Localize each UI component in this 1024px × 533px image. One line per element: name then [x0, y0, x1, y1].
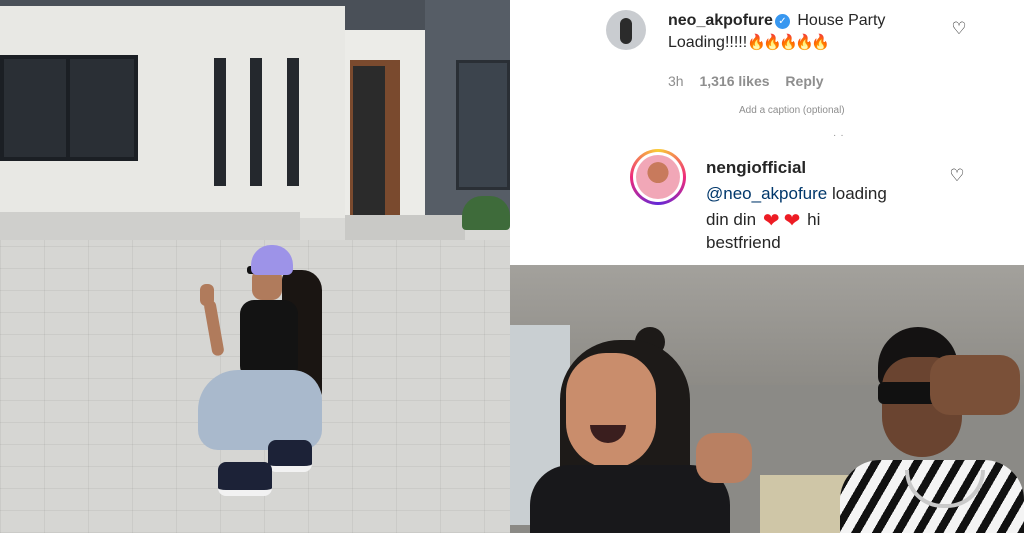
- house-slit-window: [287, 58, 299, 186]
- person-bucket-hat: [251, 245, 293, 275]
- fire-emoji-icon: 🔥: [811, 34, 830, 51]
- comment-meta: 3h 1,316 likes Reply: [668, 73, 836, 89]
- reply-line1: @neo_akpofure loading: [706, 184, 887, 204]
- mention-link[interactable]: @neo_akpofure: [706, 184, 827, 203]
- house-side-window: [456, 60, 510, 190]
- reply-text: loading: [831, 184, 887, 203]
- fire-emoji-icon: 🔥: [795, 34, 814, 51]
- house-window: [0, 55, 138, 161]
- fire-emoji-icon: 🔥: [763, 34, 782, 51]
- reply-text: din din: [706, 210, 757, 229]
- comments-panel: neo_akpofure ✓ House Party Loading!!!!!🔥🔥…: [510, 0, 1024, 265]
- plants: [462, 196, 510, 230]
- person-sneaker: [218, 462, 272, 496]
- avatar-nengi: [636, 155, 680, 199]
- house-doorway: [353, 66, 385, 216]
- photo-car-video: [510, 265, 1024, 533]
- avatar-nengi-story-ring[interactable]: [630, 149, 686, 205]
- reply-line3: bestfriend: [706, 233, 781, 252]
- house-slit-window: [214, 58, 226, 186]
- comment-likes[interactable]: 1,316 likes: [699, 73, 769, 89]
- person-face: [566, 353, 656, 468]
- comment-text: House Party: [797, 12, 886, 29]
- fire-emoji-icon: 🔥: [747, 34, 766, 51]
- avatar-neo[interactable]: [606, 10, 646, 50]
- person-sneaker: [268, 440, 312, 472]
- heart-outline-icon[interactable]: ♡: [948, 167, 966, 185]
- heart-outline-icon[interactable]: ♡: [950, 20, 968, 38]
- red-heart-emoji-icon: ❤: [762, 210, 780, 232]
- photo-woman-house: [0, 0, 510, 533]
- comment-top-line1: neo_akpofure ✓ House Party: [668, 12, 885, 30]
- person-jeans: [198, 370, 322, 450]
- person-hand-peace: [200, 284, 214, 306]
- comment-time: 3h: [668, 73, 684, 89]
- avatar-ring-gap: [633, 152, 683, 202]
- red-heart-emoji-icon: ❤: [783, 210, 801, 232]
- comment-text: Loading!!!!!: [668, 34, 748, 51]
- house-slit-window: [250, 58, 262, 186]
- comment-username[interactable]: neo_akpofure: [668, 12, 773, 29]
- reply-text: hi: [807, 210, 821, 229]
- reply-line2: din din ❤ ❤ hi: [706, 208, 820, 233]
- car-rear-window: [760, 475, 850, 533]
- reply-username[interactable]: nengiofficial: [706, 158, 806, 178]
- verified-badge-icon: ✓: [774, 14, 790, 29]
- person-torso: [240, 300, 298, 380]
- fire-emoji-group: 🔥🔥🔥🔥🔥: [747, 34, 830, 52]
- reply-button[interactable]: Reply: [785, 73, 823, 89]
- person-hand: [696, 433, 752, 483]
- person-hand: [930, 355, 1020, 415]
- separator-dots: ··: [833, 130, 848, 141]
- fire-emoji-icon: 🔥: [779, 34, 798, 51]
- caption-placeholder[interactable]: Add a caption (optional): [739, 105, 845, 116]
- comment-top-line2: Loading!!!!!🔥🔥🔥🔥🔥: [668, 34, 830, 52]
